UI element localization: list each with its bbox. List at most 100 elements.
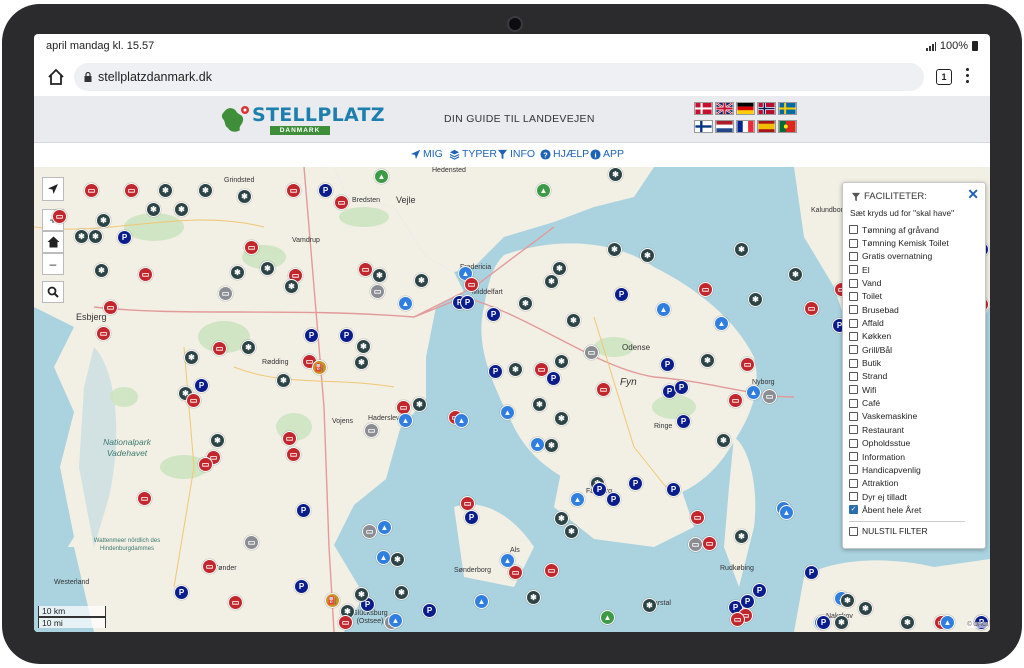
flag-spanish[interactable]	[757, 120, 776, 133]
map-marker-icon[interactable]: ▭	[702, 536, 717, 551]
filter-item[interactable]: Information	[849, 450, 949, 463]
map-marker-icon[interactable]: ✱	[840, 593, 855, 608]
locate-button[interactable]	[42, 177, 64, 201]
map-marker-icon[interactable]: ✱	[284, 279, 299, 294]
map-marker-icon[interactable]: P	[740, 594, 755, 609]
map-marker-icon[interactable]: ▭	[103, 300, 118, 315]
flag-portuguese[interactable]	[778, 120, 797, 133]
map-marker-icon[interactable]: ✱	[554, 511, 569, 526]
map-marker-icon[interactable]: ▭	[508, 565, 523, 580]
filter-item[interactable]: Brusebad	[849, 303, 949, 316]
map-marker-icon[interactable]: ✱	[276, 373, 291, 388]
filter-checkbox[interactable]	[849, 265, 858, 275]
filter-checkbox[interactable]	[849, 238, 858, 248]
map-marker-icon[interactable]: P	[660, 357, 675, 372]
map-marker-icon[interactable]: ▭	[218, 286, 233, 301]
map-marker-icon[interactable]: ▭	[338, 615, 353, 630]
map-marker-icon[interactable]: P	[488, 364, 503, 379]
map-marker-icon[interactable]: ▭	[804, 301, 819, 316]
map-marker-icon[interactable]: ▭	[728, 393, 743, 408]
map-marker-icon[interactable]: ▲	[600, 610, 615, 625]
map-marker-icon[interactable]: P	[592, 482, 607, 497]
map-marker-icon[interactable]: ▭	[228, 595, 243, 610]
filter-item[interactable]: Butik	[849, 356, 949, 369]
map-marker-icon[interactable]: ✱	[74, 229, 89, 244]
map-marker-icon[interactable]: ✱	[526, 590, 541, 605]
map-marker-icon[interactable]: ✱	[96, 213, 111, 228]
filter-item[interactable]: Gratis overnatning	[849, 250, 949, 263]
map-marker-icon[interactable]: ▭	[740, 357, 755, 372]
map-marker-icon[interactable]: ✱	[734, 529, 749, 544]
map-marker-icon[interactable]: ▭	[52, 209, 67, 224]
filter-checkbox[interactable]	[849, 251, 858, 261]
map-marker-icon[interactable]: ✱	[354, 355, 369, 370]
filter-item[interactable]: Grill/Bål	[849, 343, 949, 356]
map-marker-icon[interactable]: P	[816, 615, 831, 630]
map-marker-icon[interactable]: ▭	[138, 267, 153, 282]
map-marker-icon[interactable]: ✱	[532, 397, 547, 412]
map-marker-icon[interactable]: ▭	[286, 183, 301, 198]
map-marker-icon[interactable]: ✱	[566, 313, 581, 328]
map-marker-icon[interactable]: ✱	[607, 242, 622, 257]
map-marker-icon[interactable]: ✱	[372, 268, 387, 283]
map-marker-icon[interactable]: ▲	[500, 405, 515, 420]
filter-item[interactable]: Køkken	[849, 330, 949, 343]
search-button[interactable]	[42, 281, 64, 303]
map-marker-icon[interactable]: ▭	[690, 510, 705, 525]
filter-checkbox[interactable]	[849, 385, 858, 395]
filter-checkbox[interactable]	[849, 371, 858, 381]
map-marker-icon[interactable]: ▲	[746, 385, 761, 400]
map-marker-icon[interactable]: ▭	[370, 284, 385, 299]
map-marker-icon[interactable]: ▭	[596, 382, 611, 397]
map-marker-icon[interactable]: ✱	[554, 354, 569, 369]
nav-app[interactable]: i APP	[590, 148, 624, 160]
flag-german[interactable]	[736, 102, 755, 115]
nav-mig[interactable]: MIG	[410, 148, 443, 160]
tab-switcher-button[interactable]: 1	[936, 69, 952, 85]
map-marker-icon[interactable]: ✱	[412, 397, 427, 412]
map-marker-icon[interactable]: ▭	[286, 447, 301, 462]
map-marker-icon[interactable]: ✱	[174, 202, 189, 217]
map-marker-icon[interactable]: P	[460, 295, 475, 310]
map-marker-icon[interactable]: ✱	[94, 263, 109, 278]
map-marker-icon[interactable]: ▲	[398, 413, 413, 428]
map-marker-icon[interactable]: ✱	[858, 601, 873, 616]
home-view-button[interactable]	[42, 231, 64, 253]
nav-hjaelp[interactable]: ? HJÆLP	[540, 148, 589, 160]
map-marker-icon[interactable]: P	[674, 380, 689, 395]
map-marker-icon[interactable]: ✱	[354, 587, 369, 602]
zoom-out-button[interactable]: –	[42, 253, 64, 275]
map-marker-icon[interactable]: ▭	[244, 240, 259, 255]
map-marker-icon[interactable]: ✱	[230, 265, 245, 280]
map-marker-icon[interactable]: ✱	[198, 183, 213, 198]
map-marker-icon[interactable]: ✱	[88, 229, 103, 244]
map-marker-icon[interactable]: ▭	[212, 341, 227, 356]
map-marker-icon[interactable]: P	[294, 579, 309, 594]
map-marker-icon[interactable]: ✱	[552, 261, 567, 276]
map-marker-icon[interactable]: ▲	[656, 302, 671, 317]
map-marker-icon[interactable]: ▲	[398, 296, 413, 311]
site-logo[interactable]: STELLPLATZ DANMARK	[218, 102, 385, 136]
map-marker-icon[interactable]: ▭	[688, 537, 703, 552]
map-marker-icon[interactable]: P	[614, 287, 629, 302]
map-marker-icon[interactable]: ✱	[564, 524, 579, 539]
filter-item[interactable]: Tømning af gråvand	[849, 223, 949, 236]
map-marker-icon[interactable]: ✱	[544, 438, 559, 453]
filter-checkbox[interactable]	[849, 291, 858, 301]
filter-item[interactable]: Vaskemaskine	[849, 410, 949, 423]
filter-checkbox[interactable]	[849, 225, 858, 235]
map-marker-icon[interactable]: ⛽	[325, 593, 340, 608]
filter-item[interactable]: Dyr ej tilladt	[849, 490, 949, 503]
flag-norwegian[interactable]	[757, 102, 776, 115]
filter-item[interactable]: Tømning Kemisk Toilet	[849, 236, 949, 249]
browser-menu-icon[interactable]	[966, 68, 970, 86]
map-marker-icon[interactable]: ✱	[356, 339, 371, 354]
map-attribution[interactable]: © OACI	[967, 622, 988, 628]
map-marker-icon[interactable]: P	[666, 482, 681, 497]
map-marker-icon[interactable]: P	[318, 183, 333, 198]
map-marker-icon[interactable]: P	[174, 585, 189, 600]
flag-dutch[interactable]	[715, 120, 734, 133]
map-marker-icon[interactable]: P	[546, 371, 561, 386]
map-marker-icon[interactable]: ▭	[730, 612, 745, 627]
map-marker-icon[interactable]: ▲	[570, 492, 585, 507]
